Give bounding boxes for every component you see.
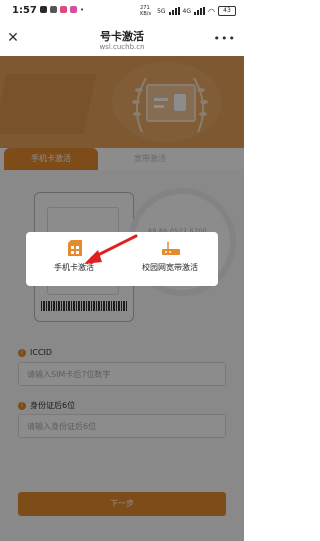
signal-icon [194,7,206,15]
signal-icon [168,7,180,15]
wifi-icon: ◠ [208,6,215,16]
status-bar: 1:57 • 271 KB/s 5G 4G ◠ 43 [0,0,244,22]
red-arrow-icon [84,234,138,264]
chat-icon [40,6,47,13]
page-url: wsl.cuchb.cn [99,43,145,51]
app-icon [70,6,77,13]
dot-icon: • [80,6,85,14]
router-icon [162,242,180,255]
app-icon [60,6,67,13]
status-time: 1:57 [12,5,37,16]
modal-overlay[interactable] [0,56,244,541]
signal-label-2: 4G [182,7,192,15]
battery-icon: 43 [218,6,236,16]
status-right: 271 KB/s 5G 4G ◠ 43 [140,5,236,17]
notification-icons: • [40,6,84,14]
app-icon [50,6,57,13]
more-icon[interactable]: ••• [214,32,236,45]
title-bar: ✕ 号卡激活 wsl.cuchb.cn ••• [0,22,244,56]
page-title: 号卡激活 [100,30,144,43]
net-speed: 271 KB/s [140,5,152,17]
signal-label-1: 5G [157,7,166,15]
